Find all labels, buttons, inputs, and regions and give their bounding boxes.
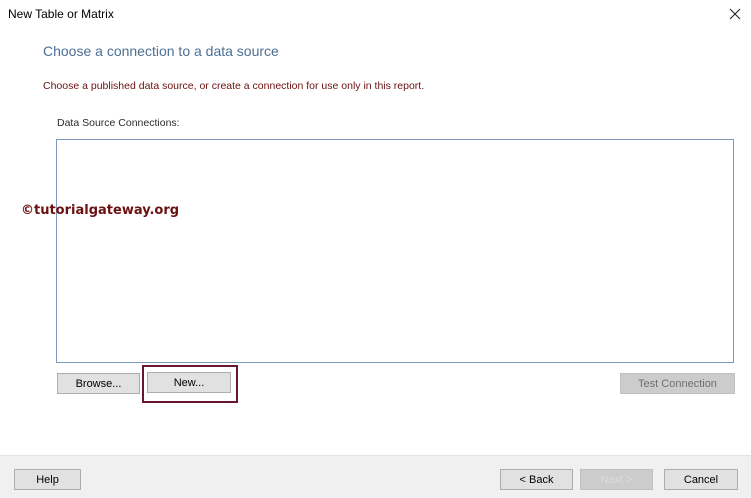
close-icon [729,8,741,20]
help-button[interactable]: Help [14,469,81,490]
page-heading: Choose a connection to a data source [43,43,279,59]
cancel-button[interactable]: Cancel [664,469,738,490]
title-bar: New Table or Matrix [0,0,751,30]
new-button-highlight [142,365,238,403]
data-source-connections-list[interactable] [56,139,734,363]
window-title: New Table or Matrix [8,7,114,21]
watermark: ©tutorialgateway.org [21,203,180,218]
close-button[interactable] [723,2,747,26]
back-button[interactable]: < Back [500,469,573,490]
next-button[interactable]: Next > [580,469,653,490]
test-connection-button[interactable]: Test Connection [620,373,735,394]
instruction-text: Choose a published data source, or creat… [43,80,425,92]
data-source-connections-label: Data Source Connections: [57,117,180,129]
dialog-footer: Help < Back Next > Cancel [0,455,751,498]
dialog-window: New Table or Matrix Choose a connection … [0,0,751,498]
browse-button[interactable]: Browse... [57,373,140,394]
